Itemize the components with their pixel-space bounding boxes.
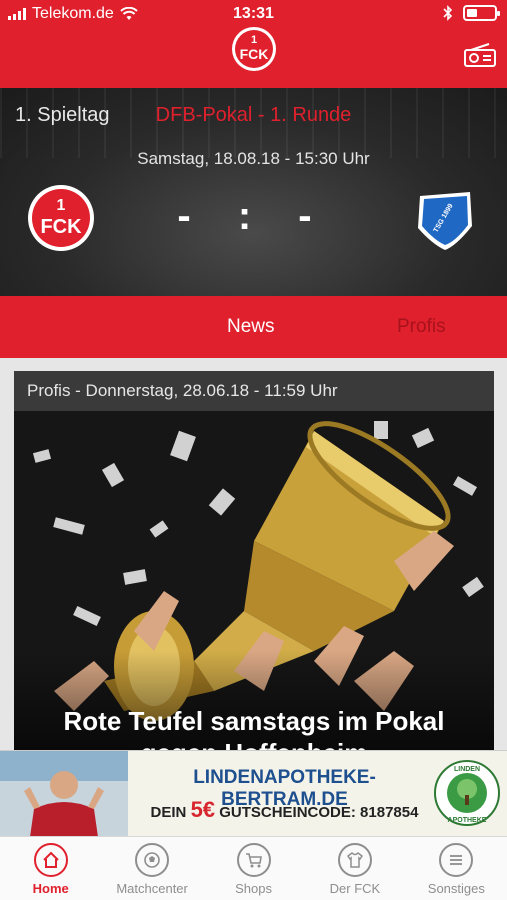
jersey-icon [346, 852, 363, 868]
bluetooth-icon [443, 5, 453, 21]
competition-label: DFB-Pokal - 1. Runde [155, 104, 352, 126]
nav-matchcenter[interactable]: Matchcenter [101, 837, 202, 900]
ad-code-text: GUTSCHEINCODE: 8187854 [219, 804, 419, 821]
news-image [14, 411, 494, 751]
status-bar: Telekom.de 13:31 [0, 0, 507, 28]
home-icon [42, 851, 59, 868]
ad-photo [0, 751, 128, 836]
nav-home[interactable]: Home [0, 837, 101, 900]
clock: 13:31 [233, 5, 274, 22]
nav-sonstiges-label: Sonstiges [427, 881, 485, 896]
news-card[interactable]: Profis - Donnerstag, 28.06.18 - 11:59 Uh… [14, 371, 494, 751]
news-meta: Profis - Donnerstag, 28.06.18 - 11:59 Uh… [14, 371, 494, 411]
tab-bar: News Profis [0, 296, 507, 358]
menu-icon [450, 855, 463, 865]
nav-matchcenter-label: Matchcenter [116, 881, 188, 896]
radio-icon[interactable] [463, 42, 497, 68]
bottom-nav: Home Matchcenter Shops Der FCK Sonstiges [0, 836, 507, 900]
nav-shops[interactable]: Shops [203, 837, 304, 900]
ad-amount: 5€ [190, 797, 216, 822]
pharmacy-badge: LINDEN APOTHEKE [434, 760, 500, 826]
cart-icon [245, 853, 262, 868]
ad-banner[interactable]: LINDENAPOTHEKE-BERTRAM.DE DEIN 5€ GUTSCH… [0, 750, 507, 836]
badge-top-text: LINDEN [454, 766, 480, 773]
nav-sonstiges[interactable]: Sonstiges [406, 837, 507, 900]
match-panel[interactable]: 1. Spieltag DFB-Pokal - 1. Runde Samstag… [0, 88, 507, 296]
ad-voucher: DEIN 5€ GUTSCHEINCODE: 8187854 [132, 797, 437, 823]
soccer-ball-icon [144, 852, 160, 868]
app-header: Telekom.de 13:31 1 FCK [0, 0, 507, 88]
tab-news[interactable]: News [227, 316, 275, 338]
badge-bottom-text: APOTHEKE [448, 817, 487, 824]
ad-code-prefix: DEIN [150, 804, 187, 821]
news-title: Rote Teufel samstags im Pokal gegen Hoff… [63, 706, 445, 751]
fck-logo[interactable]: 1 FCK [231, 26, 277, 72]
nav-der-fck[interactable]: Der FCK [304, 837, 405, 900]
svg-text:FCK: FCK [240, 46, 269, 62]
nav-home-label: Home [32, 881, 69, 896]
svg-text:1: 1 [251, 34, 257, 46]
match-datetime: Samstag, 18.08.18 - 15:30 Uhr [137, 149, 370, 168]
away-team-logo: TSG 1899 [418, 192, 472, 250]
tab-profis[interactable]: Profis [397, 316, 446, 338]
nav-shops-label: Shops [235, 881, 272, 896]
battery-icon [463, 5, 500, 21]
nav-der-fck-label: Der FCK [329, 881, 381, 896]
